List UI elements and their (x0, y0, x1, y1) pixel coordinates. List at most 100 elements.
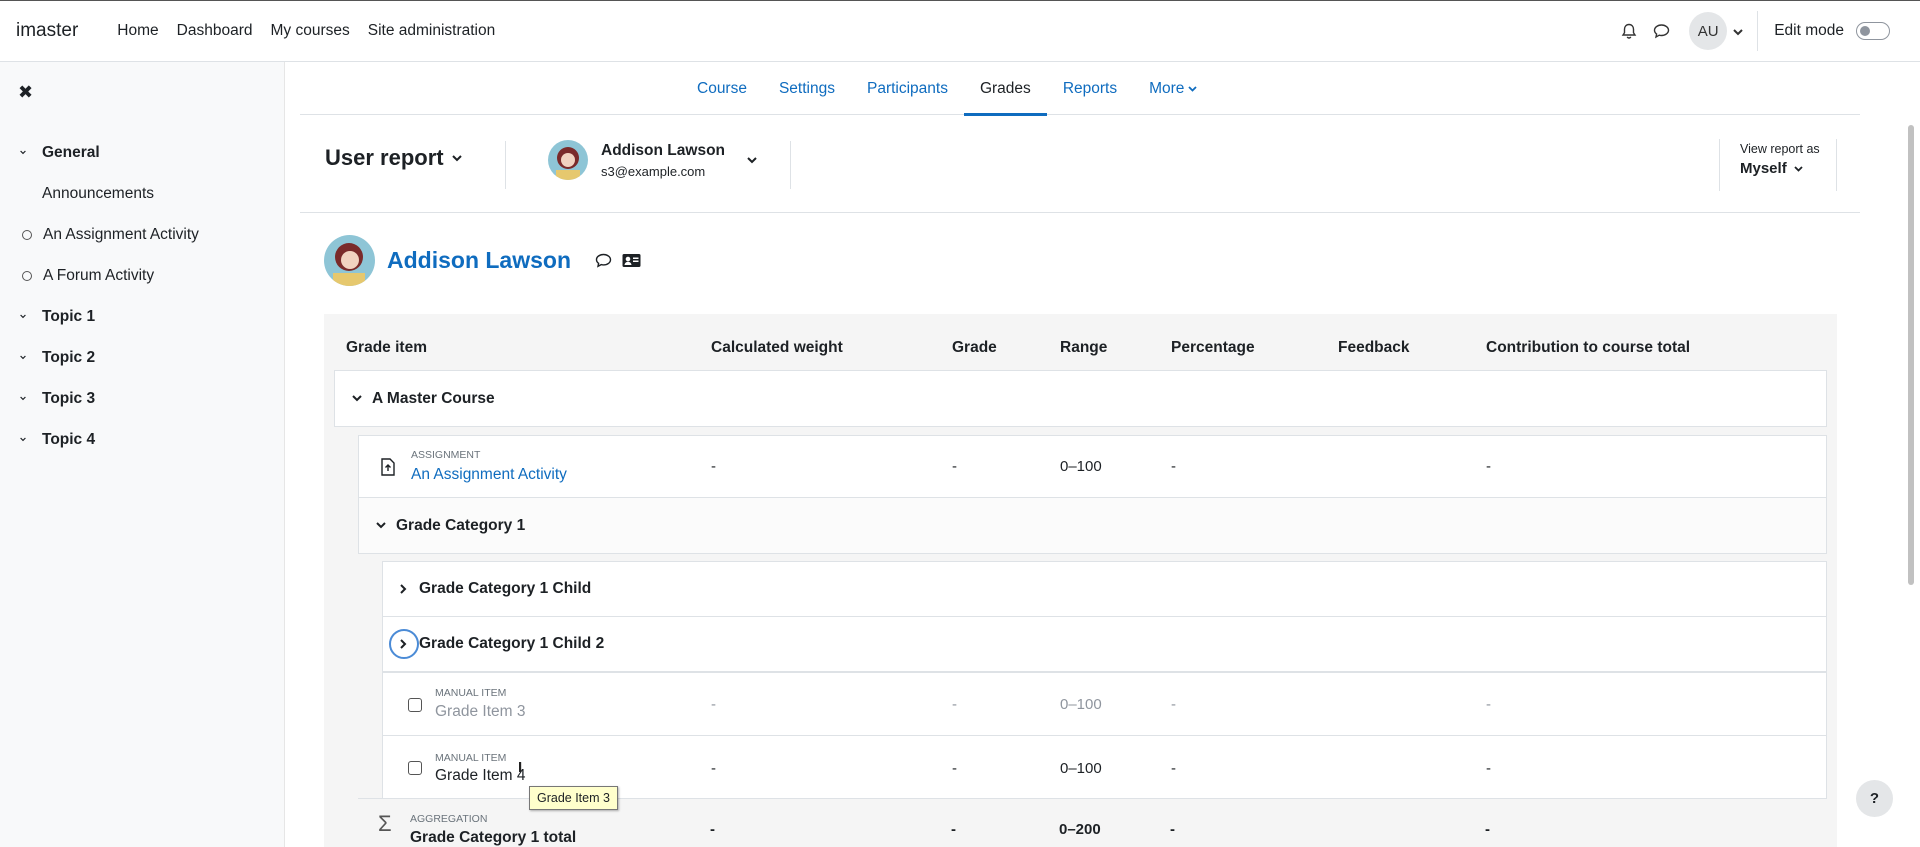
sigma-icon: Σ (378, 811, 392, 836)
contribution-value: - (1486, 760, 1491, 777)
chevron-down-icon (451, 154, 462, 162)
tab-more-label: More (1149, 79, 1185, 97)
course-section-topic-4[interactable]: Topic 4 (0, 419, 284, 460)
tab-grades[interactable]: Grades (963, 62, 1047, 116)
item-type-label: AGGREGATION (410, 813, 488, 825)
page-scrollbar[interactable] (1908, 125, 1914, 585)
column-header-grade: Grade (952, 339, 997, 356)
grade-item-link[interactable]: An Assignment Activity (411, 466, 567, 484)
selected-user-name: Addison Lawson (601, 141, 725, 159)
course-section-topic-1[interactable]: Topic 1 (0, 296, 284, 337)
column-header-percentage: Percentage (1171, 339, 1255, 356)
bell-icon[interactable] (1613, 15, 1645, 47)
range-value: 0–200 (1059, 821, 1101, 838)
course-item-assignment[interactable]: An Assignment Activity (0, 214, 284, 255)
range-value: 0–100 (1060, 458, 1102, 475)
report-type-selector[interactable]: User report (325, 145, 462, 171)
chevron-down-icon[interactable] (0, 149, 26, 156)
chevron-down-icon[interactable] (1733, 23, 1743, 40)
tab-more[interactable]: More (1133, 62, 1213, 115)
column-header-range: Range (1060, 339, 1108, 356)
category-name: Grade Category 1 Child (419, 580, 592, 597)
category-row-grade-category-1: Grade Category 1 (358, 497, 1827, 554)
tab-settings[interactable]: Settings (763, 62, 851, 115)
selected-user-email: s3@example.com (601, 163, 706, 179)
user-profile-link[interactable]: Addison Lawson (387, 247, 571, 274)
main-content: Course Settings Participants Grades Repo… (300, 62, 1860, 847)
user-heading: Addison Lawson (324, 235, 641, 286)
user-grade-table: Grade item Calculated weight Grade Range… (324, 314, 1837, 847)
item-label: An Assignment Activity (43, 225, 199, 243)
chevron-down-icon (1794, 165, 1803, 172)
secondary-nav: Course Settings Participants Grades Repo… (300, 62, 1860, 116)
course-section-topic-2[interactable]: Topic 2 (0, 337, 284, 378)
chevron-down-icon[interactable] (0, 436, 26, 443)
grade-value: - (952, 760, 957, 777)
category-name: Grade Category 1 (396, 516, 526, 534)
site-brand[interactable]: imaster (16, 20, 78, 42)
calculated-weight-value: - (711, 696, 716, 713)
edit-mode-toggle[interactable] (1856, 22, 1890, 40)
grade-value: - (952, 696, 957, 713)
contribution-value: - (1485, 821, 1490, 838)
category-name: Grade Category 1 Child 2 (419, 635, 605, 652)
help-button[interactable]: ? (1856, 780, 1893, 817)
messages-icon[interactable] (1645, 15, 1677, 47)
chevron-right-icon[interactable] (400, 639, 407, 649)
tab-course[interactable]: Course (681, 62, 763, 115)
chevron-right-icon[interactable] (400, 584, 407, 594)
user-selector-text: Addison Lawson s3@example.com (601, 142, 725, 179)
chevron-down-icon[interactable] (0, 313, 26, 320)
view-report-as-selector[interactable]: View report as Myself (1719, 139, 1837, 191)
manual-item-checkbox-icon (408, 698, 422, 712)
chevron-down-icon[interactable] (0, 395, 26, 402)
chevron-down-icon (1188, 85, 1198, 92)
primary-nav: Home Dashboard My courses Site administr… (108, 22, 504, 40)
contact-card-icon[interactable] (622, 253, 641, 268)
assignment-icon (381, 458, 395, 476)
course-item-announcements[interactable]: Announcements (0, 173, 284, 214)
edit-mode-label: Edit mode (1774, 22, 1844, 39)
grade-value: - (951, 821, 956, 838)
section-label: Topic 2 (42, 348, 96, 366)
calculated-weight-value: - (711, 760, 716, 777)
grade-value: - (952, 458, 957, 475)
item-type-label: ASSIGNMENT (411, 449, 481, 461)
nav-site-administration[interactable]: Site administration (359, 22, 505, 40)
message-icon[interactable] (595, 253, 612, 268)
user-selector[interactable]: Addison Lawson s3@example.com (548, 140, 757, 180)
table-row-assignment: ASSIGNMENT An Assignment Activity - - 0–… (358, 435, 1827, 498)
nav-my-courses[interactable]: My courses (261, 22, 358, 40)
tab-reports[interactable]: Reports (1047, 62, 1133, 115)
chevron-down-icon[interactable] (352, 395, 362, 402)
nav-dashboard[interactable]: Dashboard (168, 22, 262, 40)
grade-item-name: Grade Category 1 total (410, 829, 577, 846)
tab-participants[interactable]: Participants (851, 62, 964, 115)
course-section-topic-3[interactable]: Topic 3 (0, 378, 284, 419)
nav-home[interactable]: Home (108, 22, 167, 40)
course-section-general[interactable]: General (0, 132, 284, 173)
divider (790, 141, 791, 189)
grade-item-name: Grade Item 4 (435, 767, 526, 784)
top-navbar: imaster Home Dashboard My courses Site a… (0, 0, 1920, 62)
report-selector-bar: User report Addison Lawson s3@example.co… (300, 115, 1860, 213)
calculated-weight-value: - (711, 458, 716, 475)
range-value: 0–100 (1060, 696, 1102, 713)
contribution-value: - (1486, 458, 1491, 475)
contribution-value: - (1486, 696, 1491, 713)
divider (505, 141, 506, 189)
completion-circle-icon (22, 229, 32, 240)
course-item-forum[interactable]: A Forum Activity (0, 255, 284, 296)
item-label: Announcements (42, 184, 155, 202)
percentage-value: - (1171, 760, 1176, 777)
course-index: General Announcements An Assignment Acti… (0, 132, 284, 460)
chevron-down-icon[interactable] (0, 354, 26, 361)
percentage-value: - (1171, 458, 1176, 475)
chevron-down-icon (747, 156, 757, 164)
column-header-feedback: Feedback (1338, 339, 1410, 356)
chevron-down-icon[interactable] (376, 522, 386, 529)
close-icon[interactable]: ✖ (18, 82, 33, 103)
tooltip: Grade Item 3 (529, 786, 618, 810)
user-avatar-picture (324, 235, 375, 286)
user-avatar[interactable]: AU (1689, 12, 1728, 50)
